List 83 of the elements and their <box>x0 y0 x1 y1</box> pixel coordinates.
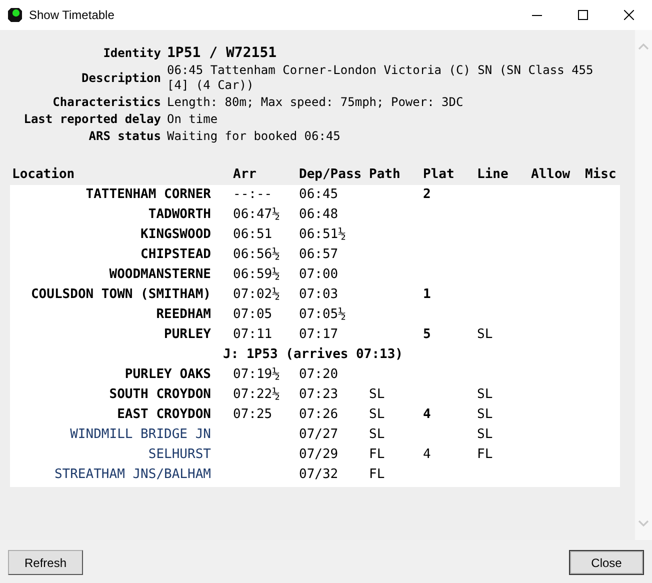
location-name: EAST CROYDON <box>117 407 211 422</box>
location-name: STREATHAM JNS/BALHAM <box>54 467 211 482</box>
table-cell: 07/32 <box>299 467 338 482</box>
location-name: KINGSWOOD <box>140 227 211 242</box>
location-name: PURLEY <box>164 327 211 342</box>
table-cell: SL <box>477 407 493 422</box>
table-cell: 07:00 <box>299 267 338 282</box>
table-cell: --:-- <box>233 187 272 202</box>
column-header: Line <box>477 167 508 182</box>
scroll-up-icon <box>638 43 649 50</box>
table-cell: FL <box>369 447 385 462</box>
location-name: REEDHAM <box>156 307 211 322</box>
detail-value: Length: 80m; Max speed: 75mph; Power: 3DC <box>167 95 464 109</box>
detail-label: ARS status <box>88 129 161 143</box>
column-header: Plat <box>423 167 454 182</box>
column-header: Dep/Pass <box>299 167 362 182</box>
table-cell: SL <box>369 387 385 402</box>
column-header: Misc <box>585 167 616 182</box>
table-cell: 07:03 <box>299 287 338 302</box>
table-cell: 4 <box>423 407 431 422</box>
table-cell: SL <box>477 327 493 342</box>
detail-label: Identity <box>103 46 161 60</box>
refresh-button[interactable]: Refresh <box>8 550 83 575</box>
scrollbar[interactable] <box>635 30 652 540</box>
table-cell: 06:57 <box>299 247 338 262</box>
column-header: Arr <box>233 167 256 182</box>
location-name: CHIPSTEAD <box>140 247 211 262</box>
detail-value: 06:45 Tattenham Corner-London Victoria (C) SN (SN Class 455 [4] (4 Car)) <box>167 63 594 92</box>
location-name: PURLEY OAKS <box>124 367 211 382</box>
location-name: TATTENHAM CORNER <box>86 187 211 202</box>
window-title: Show Timetable <box>29 7 114 24</box>
table-cell: 07:19½ <box>233 367 280 382</box>
table-cell: 5 <box>423 327 431 342</box>
table-cell: SL <box>369 427 385 442</box>
column-header: Location <box>12 167 75 182</box>
table-cell: 07:05 <box>233 307 272 322</box>
table-cell: 2 <box>423 187 431 202</box>
table-cell: 06:45 <box>299 187 338 202</box>
detail-label: Description <box>82 70 161 84</box>
detail-label: Characteristics <box>52 95 161 109</box>
table-cell: 07:02½ <box>233 287 280 302</box>
detail-label: Last reported delay <box>24 112 161 126</box>
table-cell: 07:26 <box>299 407 338 422</box>
detail-value: On time <box>167 112 218 126</box>
location-name: WINDMILL BRIDGE JN <box>70 427 211 442</box>
table-cell: 06:51½ <box>299 227 346 242</box>
close-icon <box>624 10 634 20</box>
table-cell: 06:47½ <box>233 207 280 222</box>
location-name: SOUTH CROYDON <box>109 387 211 402</box>
minimize-icon <box>532 14 542 16</box>
scroll-down-icon <box>638 520 649 527</box>
table-cell: 06:59½ <box>233 267 280 282</box>
table-cell: 07:22½ <box>233 387 280 402</box>
table-cell: 07:05½ <box>299 307 346 322</box>
table-cell: FL <box>369 467 385 482</box>
table-cell: SL <box>477 387 493 402</box>
table-cell: 07:25 <box>233 407 272 422</box>
location-name: TADWORTH <box>148 207 211 222</box>
location-name: WOODMANSTERNE <box>109 267 211 282</box>
join-note: J: 1P53 (arrives 07:13) <box>223 347 404 362</box>
table-cell: SL <box>477 427 493 442</box>
table-cell: 4 <box>423 447 431 462</box>
table-cell: 07:23 <box>299 387 338 402</box>
table-cell: 07:17 <box>299 327 338 342</box>
table-cell: 1 <box>423 287 431 302</box>
column-header: Allow <box>531 167 570 182</box>
location-name: COULSDON TOWN (SMITHAM) <box>30 287 211 302</box>
table-cell: 06:51 <box>233 227 272 242</box>
maximize-icon <box>578 10 588 20</box>
table-cell: SL <box>369 407 385 422</box>
table-cell: 07:11 <box>233 327 272 342</box>
app-icon <box>7 7 23 23</box>
location-name: SELHURST <box>148 447 211 462</box>
table-cell: 07/29 <box>299 447 338 462</box>
detail-value: Waiting for booked 06:45 <box>167 129 340 143</box>
detail-value: 1P51 / W72151 <box>167 45 277 61</box>
table-cell: 07/27 <box>299 427 338 442</box>
table-cell: 07:20 <box>299 367 338 382</box>
column-header: Path <box>369 167 400 182</box>
table-cell: FL <box>477 447 493 462</box>
close-button[interactable]: Close <box>569 550 644 575</box>
table-cell: 06:48 <box>299 207 338 222</box>
table-cell: 06:56½ <box>233 247 280 262</box>
